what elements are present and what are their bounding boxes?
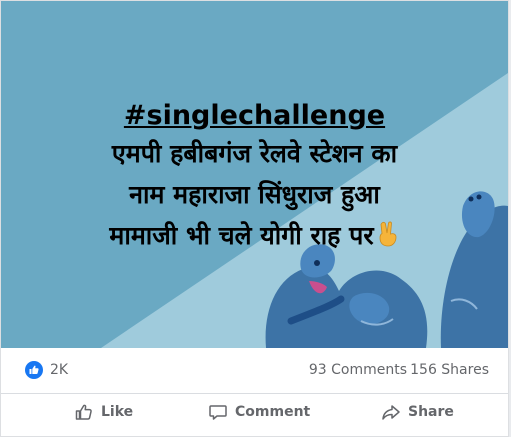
headline-line-3: मामाजी भी चले योगी राह पर: [109, 221, 374, 250]
post-text-overlay: #singlechallenge एमपी हबीबगंज रेलवे स्टे…: [1, 99, 508, 256]
victory-hand-emoji: [379, 221, 396, 247]
hashtag-link[interactable]: #singlechallenge: [1, 99, 508, 133]
share-arrow-icon: [382, 405, 400, 420]
post-stats-bar: 2K 93 Comments 156 Shares: [1, 348, 508, 394]
share-button[interactable]: Share: [381, 394, 454, 430]
comment-bubble-icon: [209, 405, 227, 420]
like-button[interactable]: Like: [74, 394, 133, 430]
reactions-count[interactable]: 2K: [50, 362, 68, 378]
thumbs-up-icon: [75, 404, 92, 420]
like-button-label: Like: [101, 404, 134, 420]
headline-line-1: एमपी हबीबगंज रेलवे स्टेशन का: [111, 139, 398, 168]
headline-line-3-wrap: मामाजी भी चले योगी राह पर: [1, 215, 508, 256]
post-banner-image[interactable]: #singlechallenge एमपी हबीबगंज रेलवे स्टे…: [1, 1, 508, 348]
like-reaction-icon[interactable]: [25, 361, 43, 379]
headline-line-2: नाम महाराजा सिंधुराज हुआ: [129, 180, 380, 209]
shares-count-link[interactable]: 156 Shares: [410, 362, 489, 378]
comment-button-label: Comment: [235, 404, 311, 420]
post-actions-bar: Like Comment Share: [1, 394, 508, 436]
facebook-post: #singlechallenge एमपी हबीबगंज रेलवे स्टे…: [0, 0, 509, 437]
share-button-label: Share: [408, 404, 454, 420]
comments-count-link[interactable]: 93 Comments: [309, 362, 407, 378]
comment-button[interactable]: Comment: [208, 394, 310, 430]
